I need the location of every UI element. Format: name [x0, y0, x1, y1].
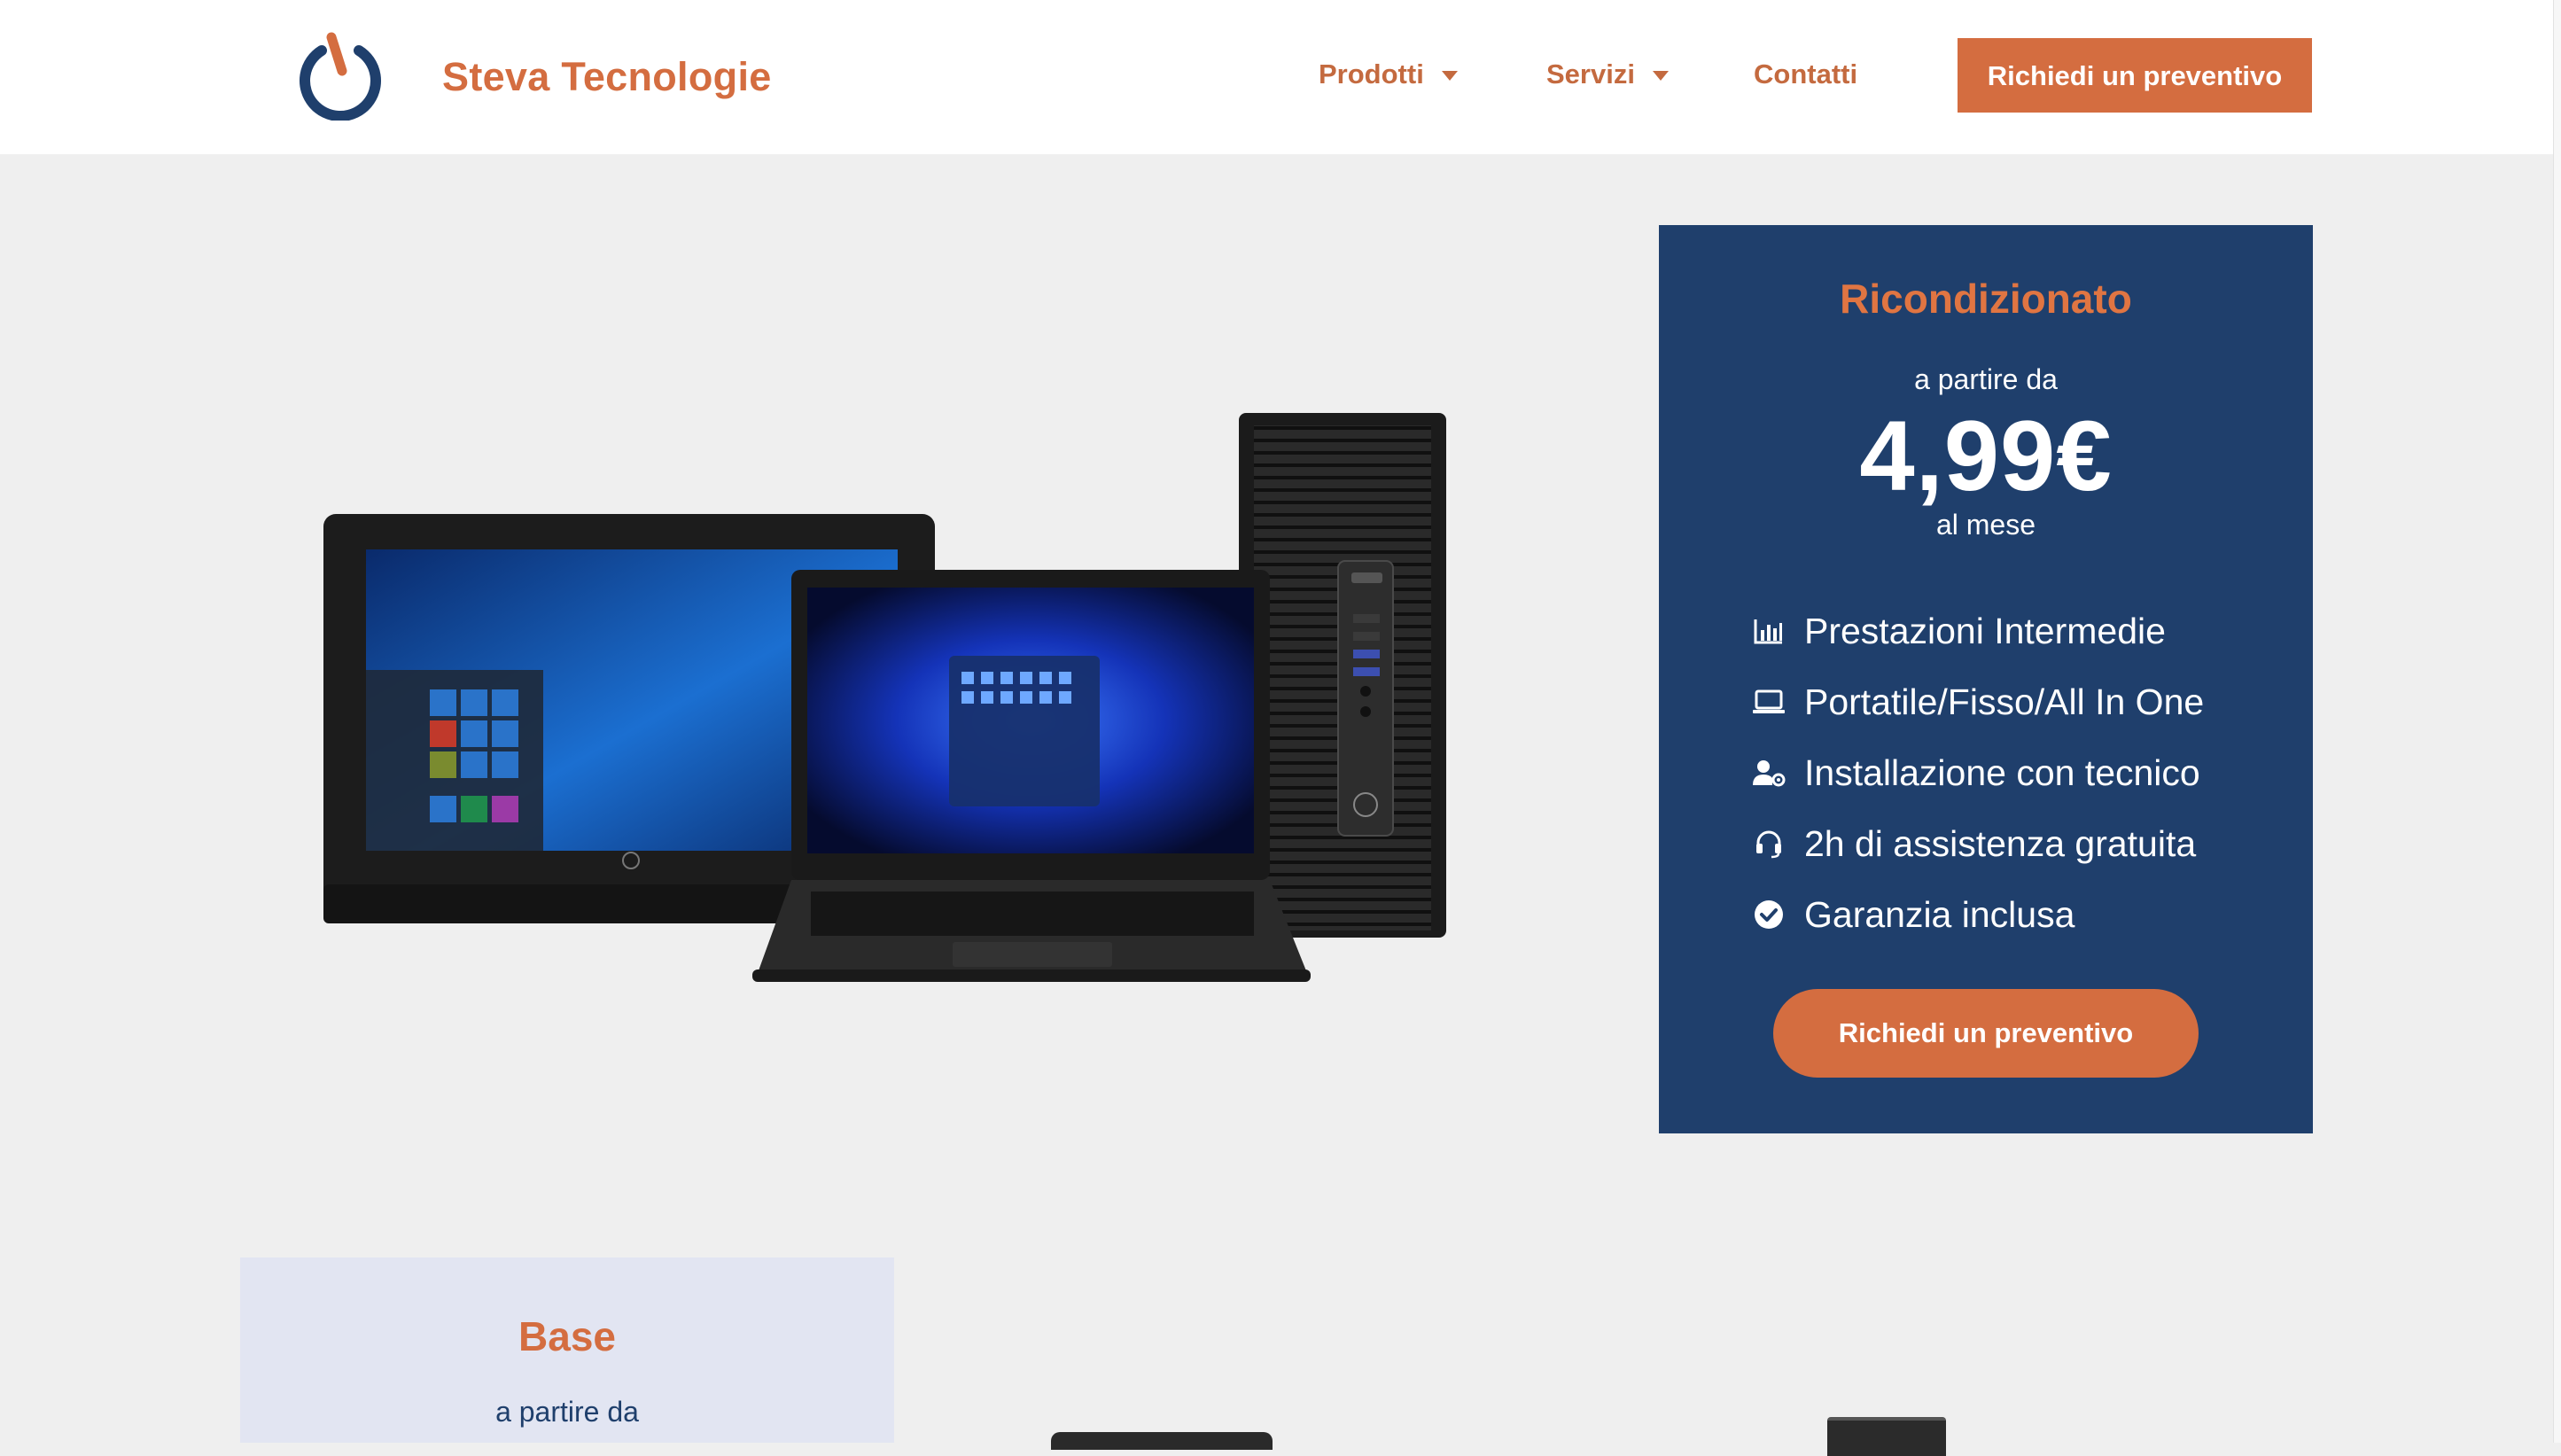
- feature-item: Installazione con tecnico: [1751, 737, 2283, 808]
- laptop-icon: [1751, 684, 1786, 720]
- feature-label: 2h di assistenza gratuita: [1804, 822, 2197, 864]
- base-card-title: Base: [518, 1313, 616, 1359]
- card-from-label: a partire da: [1914, 363, 2058, 395]
- pricing-card-base: Base a partire da: [240, 1257, 894, 1443]
- product-image-partial: [1827, 1417, 1946, 1456]
- feature-item: Garanzia inclusa: [1751, 879, 2283, 950]
- feature-label: Prestazioni Intermedie: [1804, 610, 2166, 651]
- computer-products-image: [323, 413, 1446, 982]
- card-price: 4,99€: [1859, 401, 2113, 511]
- feature-label: Installazione con tecnico: [1804, 751, 2200, 793]
- card-quote-button[interactable]: Richiedi un preventivo: [1773, 989, 2199, 1078]
- feature-item: Prestazioni Intermedie: [1751, 596, 2283, 666]
- nav-servizi[interactable]: Servizi: [1546, 51, 1669, 97]
- nav-servizi-label: Servizi: [1546, 58, 1635, 90]
- nav-prodotti-label: Prodotti: [1319, 58, 1424, 90]
- page-scrollbar[interactable]: [2553, 0, 2561, 1443]
- card-title: Ricondizionato: [1840, 276, 2132, 322]
- feature-label: Garanzia inclusa: [1804, 893, 2075, 935]
- nav-contatti-label: Contatti: [1754, 58, 1858, 90]
- header-quote-button[interactable]: Richiedi un preventivo: [1958, 38, 2312, 113]
- power-icon[interactable]: [296, 32, 385, 121]
- brand-name[interactable]: Steva Tecnologie: [442, 46, 772, 108]
- feature-item: 2h di assistenza gratuita: [1751, 808, 2283, 879]
- card-per-label: al mese: [1935, 509, 2036, 541]
- pricing-card-ricondizionato: Ricondizionato a partire da 4,99€ al mes…: [1659, 225, 2313, 1133]
- feature-item: Portatile/Fisso/All In One: [1751, 666, 2283, 737]
- feature-list: Prestazioni Intermedie Portatile/Fisso/A…: [1751, 596, 2283, 950]
- nav-contatti[interactable]: Contatti: [1754, 51, 1857, 97]
- product-image-partial: [1051, 1432, 1273, 1450]
- caret-down-icon: [1441, 71, 1458, 82]
- chart-bar-icon: [1751, 613, 1786, 649]
- headset-icon: [1751, 826, 1786, 861]
- check-circle-icon: [1751, 897, 1786, 932]
- base-card-from-label: a partire da: [495, 1396, 639, 1428]
- site-header: Steva Tecnologie Prodotti Servizi Contat…: [0, 0, 2554, 154]
- user-cog-icon: [1751, 755, 1786, 790]
- caret-down-icon: [1652, 71, 1669, 82]
- nav-prodotti[interactable]: Prodotti: [1319, 51, 1458, 97]
- feature-label: Portatile/Fisso/All In One: [1804, 681, 2205, 722]
